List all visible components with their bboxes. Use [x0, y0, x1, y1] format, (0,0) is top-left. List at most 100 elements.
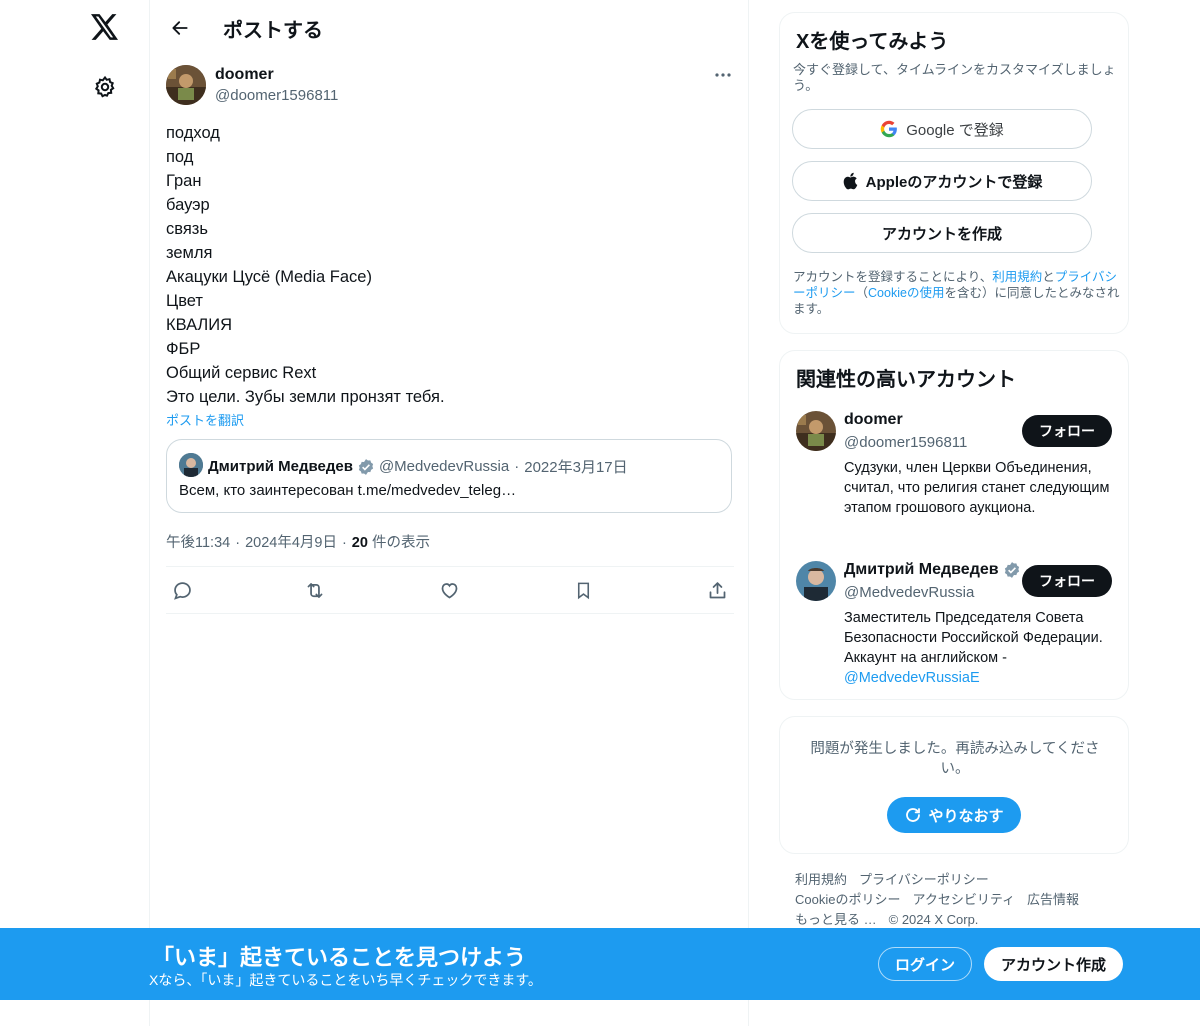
views-label: 件の表示 — [371, 535, 430, 551]
views-count: 20 — [351, 535, 368, 551]
author-handle[interactable]: @doomer1596811 — [215, 87, 338, 104]
apple-icon — [842, 172, 858, 190]
legal-notice: アカウントを登録することにより、利用規約とプライバシーポリシー（Cookieの使… — [793, 269, 1123, 317]
signup-card: Xを使ってみよう 今すぐ登録して、タイムラインをカスタマイズしましょう。 Goo… — [779, 12, 1129, 334]
account-name[interactable]: doomer — [844, 411, 903, 429]
quote-author-handle: @MedvedevRussia — [378, 458, 510, 475]
footer-links: 利用規約 プライバシーポリシー Cookieのポリシー アクセシビリティ 広告情報 も… — [795, 870, 1125, 930]
account-handle[interactable]: @doomer1596811 — [844, 434, 967, 451]
footer-accessibility-link[interactable]: アクセシビリティ — [912, 892, 1015, 907]
quote-header: Дмитрий Медведев @MedvedevRussia · 2022年… — [208, 456, 628, 477]
legal-paren: （ — [855, 286, 869, 300]
quote-text: Всем, кто заинтересован t.me/medvedev_te… — [179, 482, 517, 499]
google-signup-label: Google で登録 — [906, 121, 1004, 139]
quoted-post[interactable]: Дмитрий Медведев @MedvedevRussia · 2022年… — [166, 439, 732, 513]
post-line: Это цели. Зубы земли пронзят тебя. — [166, 388, 445, 406]
create-account-button[interactable]: アカウントを作成 — [792, 213, 1092, 253]
verified-badge-icon — [357, 458, 375, 476]
banner-title: 「いま」起きていることを見つけよう — [152, 945, 527, 970]
signup-title: Xを使ってみよう — [796, 31, 949, 53]
apple-signup-button[interactable]: Appleのアカウントで登録 — [792, 161, 1092, 201]
post-line: подход — [166, 124, 220, 142]
x-logo-icon[interactable] — [88, 10, 122, 44]
avatar[interactable] — [796, 561, 836, 601]
signup-subtitle: 今すぐ登録して、タイムラインをカスタマイズしましょう。 — [793, 62, 1116, 93]
page-title: ポストする — [223, 20, 323, 42]
legal-prefix: アカウントを登録することにより、 — [793, 270, 993, 284]
quote-date: 2022年3月17日 — [524, 459, 628, 476]
separator-dot: · — [341, 535, 347, 551]
footer-terms-link[interactable]: 利用規約 — [795, 872, 847, 887]
post-time[interactable]: 午後11:34 — [166, 535, 230, 551]
banner-create-account-button[interactable]: アカウント作成 — [984, 947, 1123, 981]
account-bio: Судзуки, член Церкви Объединения, считал… — [844, 460, 1110, 516]
post-line: Цвет — [166, 292, 203, 310]
account-item[interactable]: doomer @doomer1596811 フォロー Судзуки, член… — [796, 411, 1116, 541]
post-author: doomer @doomer1596811 — [166, 64, 736, 108]
refresh-icon — [904, 806, 922, 824]
post-date[interactable]: 2024年4月9日 — [245, 535, 337, 551]
footer-more-link[interactable]: もっと見る … — [795, 912, 877, 927]
separator-dot: · — [514, 458, 520, 475]
related-title: 関連性の高いアカウント — [796, 369, 1016, 391]
post-text: подход под Гран бауэр связь земля Акацук… — [166, 121, 736, 409]
post-line: ФБР — [166, 340, 201, 358]
footer-cookie-link[interactable]: Cookieのポリシー — [795, 892, 900, 907]
apple-signup-label: Appleのアカウントで登録 — [865, 173, 1043, 191]
author-name[interactable]: doomer — [215, 66, 274, 84]
quote-avatar — [179, 453, 203, 477]
share-icon[interactable] — [706, 579, 728, 601]
post-line: земля — [166, 244, 213, 262]
bookmark-icon[interactable] — [572, 579, 594, 601]
post-line: связь — [166, 220, 208, 238]
cookie-link[interactable]: Cookieの使用 — [868, 286, 944, 300]
post-actions — [166, 566, 734, 614]
follow-button[interactable]: フォロー — [1022, 565, 1112, 597]
banner-subtitle: Xなら、「いま」起きていることをいち早くチェックできます。 — [149, 972, 542, 988]
legal-and: と — [1042, 270, 1055, 284]
footer-privacy-link[interactable]: プライバシーポリシー — [859, 872, 989, 887]
account-name-text: Дмитрий Медведев — [844, 561, 999, 578]
gear-icon[interactable] — [90, 72, 120, 102]
account-name[interactable]: Дмитрий Медведев — [844, 561, 1025, 579]
google-icon — [880, 120, 898, 138]
retry-label: やりなおす — [928, 807, 1004, 825]
left-nav — [0, 0, 150, 1026]
error-card: 問題が発生しました。再読み込みしてください。 やりなおす — [779, 716, 1129, 854]
copyright: © 2024 X Corp. — [888, 912, 979, 927]
like-heart-icon[interactable] — [438, 579, 460, 601]
related-accounts-card: 関連性の高いアカウント doomer @doomer1596811 フォロー С… — [779, 350, 1129, 700]
post-line: КВАЛИЯ — [166, 316, 233, 334]
retry-button[interactable]: やりなおす — [887, 797, 1021, 833]
follow-button[interactable]: フォロー — [1022, 415, 1112, 447]
main-column: ポストする doomer @doomer1596811 подход под Г… — [149, 0, 749, 1026]
login-button[interactable]: ログイン — [878, 947, 972, 981]
account-handle[interactable]: @MedvedevRussia — [844, 584, 974, 601]
quote-author-name: Дмитрий Медведев — [208, 458, 353, 475]
post-line: под — [166, 148, 194, 166]
post-meta: 午後11:34 · 2024年4月9日 · 20 件の表示 — [166, 531, 430, 552]
page-header: ポストする — [150, 0, 750, 55]
separator-dot: · — [235, 535, 241, 551]
post-line: Общий сервис Rext — [166, 364, 317, 382]
terms-link[interactable]: 利用規約 — [992, 270, 1042, 284]
account-bio: Заместитель Председателя Совета Безопасн… — [844, 608, 1116, 688]
account-bio-text: Заместитель Председателя Совета Безопасн… — [844, 610, 1103, 666]
translate-post-link[interactable]: ポストを翻訳 — [166, 410, 244, 429]
avatar[interactable] — [796, 411, 836, 451]
back-arrow-icon[interactable] — [164, 12, 196, 44]
reply-icon[interactable] — [171, 579, 193, 601]
post-line: бауэр — [166, 196, 210, 214]
verified-badge-icon — [1003, 561, 1021, 579]
bio-mention-link[interactable]: @MedvedevRussiaE — [844, 670, 980, 686]
google-signup-button[interactable]: Google で登録 — [792, 109, 1092, 149]
signup-banner: 「いま」起きていることを見つけよう Xなら、「いま」起きていることをいち早くチェ… — [0, 928, 1200, 1000]
more-options-icon[interactable] — [710, 64, 736, 86]
repost-icon[interactable] — [304, 579, 326, 601]
error-message: 問題が発生しました。再読み込みしてください。 — [810, 741, 1100, 777]
account-item[interactable]: Дмитрий Медведев @MedvedevRussia フォロー За… — [796, 561, 1116, 691]
footer-ads-link[interactable]: 広告情報 — [1027, 892, 1079, 907]
post-line: Гран — [166, 172, 202, 190]
avatar[interactable] — [166, 65, 206, 105]
post-line: Акацуки Цусё (Media Face) — [166, 268, 372, 286]
